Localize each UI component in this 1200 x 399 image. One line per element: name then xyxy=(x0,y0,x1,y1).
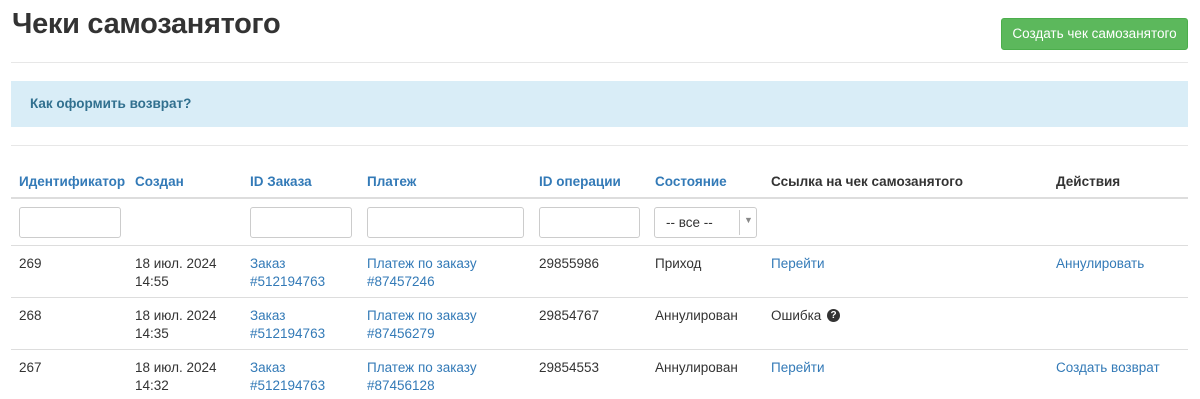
order-link[interactable]: Заказ xyxy=(250,358,285,377)
column-header-order-id[interactable]: ID Заказа xyxy=(250,174,312,189)
row-status: Приход xyxy=(655,256,702,271)
table-header-border xyxy=(11,197,1188,199)
column-header-id[interactable]: Идентификатор xyxy=(19,174,125,189)
filter-payment-input[interactable] xyxy=(367,207,524,238)
row-operation-id: 29854767 xyxy=(539,308,600,323)
order-link[interactable]: Заказ xyxy=(250,254,285,273)
row-divider xyxy=(11,245,1188,246)
row-created-time: 14:35 xyxy=(135,326,169,341)
row-created-date: 18 июл. 2024 xyxy=(135,308,217,323)
receipt-open-link[interactable]: Перейти xyxy=(771,254,825,273)
filter-status-value: -- все -- xyxy=(666,215,713,230)
how-to-refund-link[interactable]: Как оформить возврат? xyxy=(30,96,191,111)
payment-link-number[interactable]: #87456279 xyxy=(367,324,435,343)
filter-operation-id-input[interactable] xyxy=(539,207,640,238)
payment-link-number[interactable]: #87456128 xyxy=(367,376,435,395)
create-receipt-button[interactable]: Создать чек самозанятого xyxy=(1001,18,1188,50)
filter-order-id-input[interactable] xyxy=(250,207,352,238)
question-circle-icon[interactable]: ? xyxy=(827,309,840,322)
column-header-created[interactable]: Создан xyxy=(135,174,184,189)
receipt-error-text: Ошибка xyxy=(771,308,822,323)
header-divider xyxy=(11,62,1188,63)
filter-status-select[interactable]: -- все -- ▼ xyxy=(654,207,757,238)
payment-link[interactable]: Платеж по заказу xyxy=(367,254,477,273)
row-status: Аннулирован xyxy=(655,308,738,323)
order-link-number[interactable]: #512194763 xyxy=(250,324,325,343)
row-id: 267 xyxy=(19,360,42,375)
payment-link[interactable]: Платеж по заказу xyxy=(367,358,477,377)
row-status: Аннулирован xyxy=(655,360,738,375)
chevron-down-icon: ▼ xyxy=(744,215,753,225)
row-created-time: 14:55 xyxy=(135,274,169,289)
column-header-actions: Действия xyxy=(1056,174,1121,189)
row-divider xyxy=(11,349,1188,350)
order-link-number[interactable]: #512194763 xyxy=(250,376,325,395)
row-created-date: 18 июл. 2024 xyxy=(135,360,217,375)
row-operation-id: 29854553 xyxy=(539,360,600,375)
annul-button[interactable]: Аннулировать xyxy=(1056,254,1144,273)
info-alert: Как оформить возврат? xyxy=(11,81,1188,127)
column-header-payment[interactable]: Платеж xyxy=(367,174,416,189)
section-divider xyxy=(11,145,1188,146)
filter-id-input[interactable] xyxy=(19,207,121,238)
order-link[interactable]: Заказ xyxy=(250,306,285,325)
column-header-status[interactable]: Состояние xyxy=(655,174,727,189)
row-created-date: 18 июл. 2024 xyxy=(135,256,217,271)
row-operation-id: 29855986 xyxy=(539,256,600,271)
row-id: 268 xyxy=(19,308,42,323)
column-header-receipt-link: Ссылка на чек самозанятого xyxy=(771,174,963,189)
row-created-time: 14:32 xyxy=(135,378,169,393)
page-title: Чеки самозанятого xyxy=(12,8,281,40)
select-divider xyxy=(739,210,740,235)
payment-link-number[interactable]: #87457246 xyxy=(367,272,435,291)
order-link-number[interactable]: #512194763 xyxy=(250,272,325,291)
payment-link[interactable]: Платеж по заказу xyxy=(367,306,477,325)
receipt-open-link[interactable]: Перейти xyxy=(771,358,825,377)
create-refund-button[interactable]: Создать возврат xyxy=(1056,358,1160,377)
page: Чеки самозанятого Создать чек самозанято… xyxy=(0,0,1200,399)
row-divider xyxy=(11,297,1188,298)
row-id: 269 xyxy=(19,256,42,271)
column-header-operation-id[interactable]: ID операции xyxy=(539,174,621,189)
